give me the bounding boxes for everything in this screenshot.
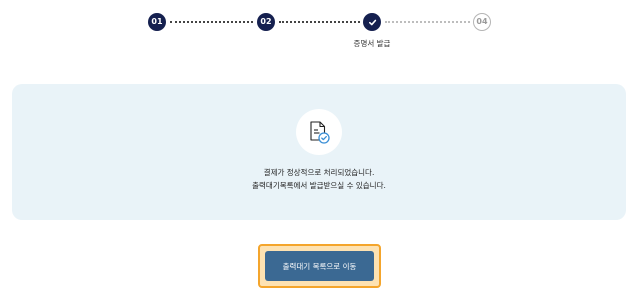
result-message-line-2: 출력대기목록에서 발급받으실 수 있습니다. xyxy=(252,181,386,190)
document-check-icon xyxy=(310,121,330,144)
check-icon xyxy=(368,19,376,25)
step-3-current xyxy=(363,13,381,31)
step-4: 04 xyxy=(473,13,491,31)
step-connector-1 xyxy=(170,21,253,23)
step-4-number: 04 xyxy=(476,17,488,26)
step-1-number: 01 xyxy=(151,17,163,26)
step-2: 02 xyxy=(257,13,275,31)
payment-result-panel: 결제가 정상적으로 처리되었습니다. 출력대기목록에서 발급받으실 수 있습니다… xyxy=(12,84,626,220)
result-message-line-1: 결제가 정상적으로 처리되었습니다. xyxy=(263,168,375,177)
step-connector-2 xyxy=(279,21,360,23)
step-1: 01 xyxy=(148,13,166,31)
focus-highlight: 출력대기 목록으로 이동 xyxy=(258,244,381,288)
current-step-caption: 증명서 발급 xyxy=(353,39,391,48)
step-connector-3 xyxy=(385,21,470,23)
step-2-number: 02 xyxy=(260,17,272,26)
document-icon-circle xyxy=(296,109,342,155)
go-to-print-queue-button[interactable]: 출력대기 목록으로 이동 xyxy=(265,251,374,281)
progress-stepper: 01 02 04 증명서 발급 xyxy=(0,0,639,60)
